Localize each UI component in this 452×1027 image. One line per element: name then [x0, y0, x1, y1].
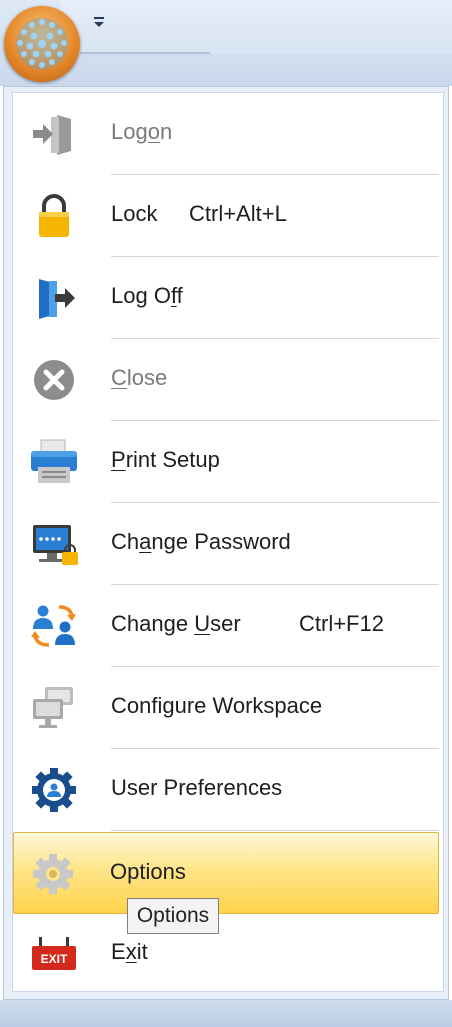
- svg-text:EXIT: EXIT: [41, 952, 68, 966]
- menu-item-label: Change User: [111, 611, 241, 636]
- menu-item-list: Logon Lock Ctrl+Alt+L Log Off Close Prin…: [12, 92, 444, 992]
- application-menu: Logon Lock Ctrl+Alt+L Log Off Close Prin…: [3, 86, 449, 1000]
- menu-separator: [111, 830, 439, 831]
- menu-item-change-user[interactable]: Change User Ctrl+F12: [15, 585, 441, 667]
- app-logo-icon: [16, 18, 68, 70]
- menu-item-configure-workspace[interactable]: Configure Workspace: [15, 667, 441, 749]
- menu-item-user-preferences[interactable]: User Preferences: [15, 749, 441, 831]
- menu-item-logon[interactable]: Logon: [15, 93, 441, 175]
- menu-item-label: Logon: [111, 119, 173, 144]
- menu-item-log-off[interactable]: Log Off: [15, 257, 441, 339]
- quick-access-toolbar: [60, 0, 452, 54]
- tooltip: Options: [127, 898, 219, 934]
- title-bar: [0, 0, 452, 86]
- menu-item-print-setup[interactable]: Print Setup: [15, 421, 441, 503]
- menu-item-lock[interactable]: Lock Ctrl+Alt+L: [15, 175, 441, 257]
- menu-item-label: Lock: [111, 201, 158, 226]
- menu-item-label: Log Off: [111, 283, 183, 308]
- menu-item-close[interactable]: Close: [15, 339, 441, 421]
- toolbar-divider: [80, 52, 210, 54]
- menu-item-label: Options: [110, 859, 186, 884]
- exit-sign-icon: EXIT: [29, 931, 79, 977]
- menu-footer: [0, 1000, 452, 1027]
- menu-item-label: Configure Workspace: [111, 693, 323, 718]
- shortcut-text: Ctrl+Alt+L: [189, 201, 287, 226]
- user-gear-icon: [29, 767, 79, 813]
- menu-item-label: Change Password: [111, 529, 291, 554]
- menu-item-label: Exit: [111, 939, 148, 964]
- logoff-door-icon: [29, 275, 79, 321]
- menu-item-label: Print Setup: [111, 447, 220, 472]
- shortcut-text: Ctrl+F12: [299, 611, 384, 636]
- logon-door-icon: [29, 111, 79, 157]
- options-gear-icon: [28, 851, 78, 897]
- customize-toolbar-dropdown-icon[interactable]: [92, 14, 106, 30]
- menu-item-label: User Preferences: [111, 775, 283, 800]
- menu-item-options[interactable]: Options: [13, 832, 439, 914]
- close-circle-icon: [29, 357, 79, 403]
- menu-item-change-password[interactable]: Change Password: [15, 503, 441, 585]
- menu-item-exit[interactable]: EXIT Exit: [15, 913, 441, 995]
- monitor-lock-icon: [29, 521, 79, 567]
- menu-item-label: Close: [111, 365, 168, 390]
- users-swap-icon: [29, 603, 79, 649]
- printer-icon: [29, 439, 79, 485]
- application-menu-button[interactable]: [4, 6, 80, 82]
- workspace-monitors-icon: [29, 685, 79, 731]
- padlock-icon: [29, 193, 79, 239]
